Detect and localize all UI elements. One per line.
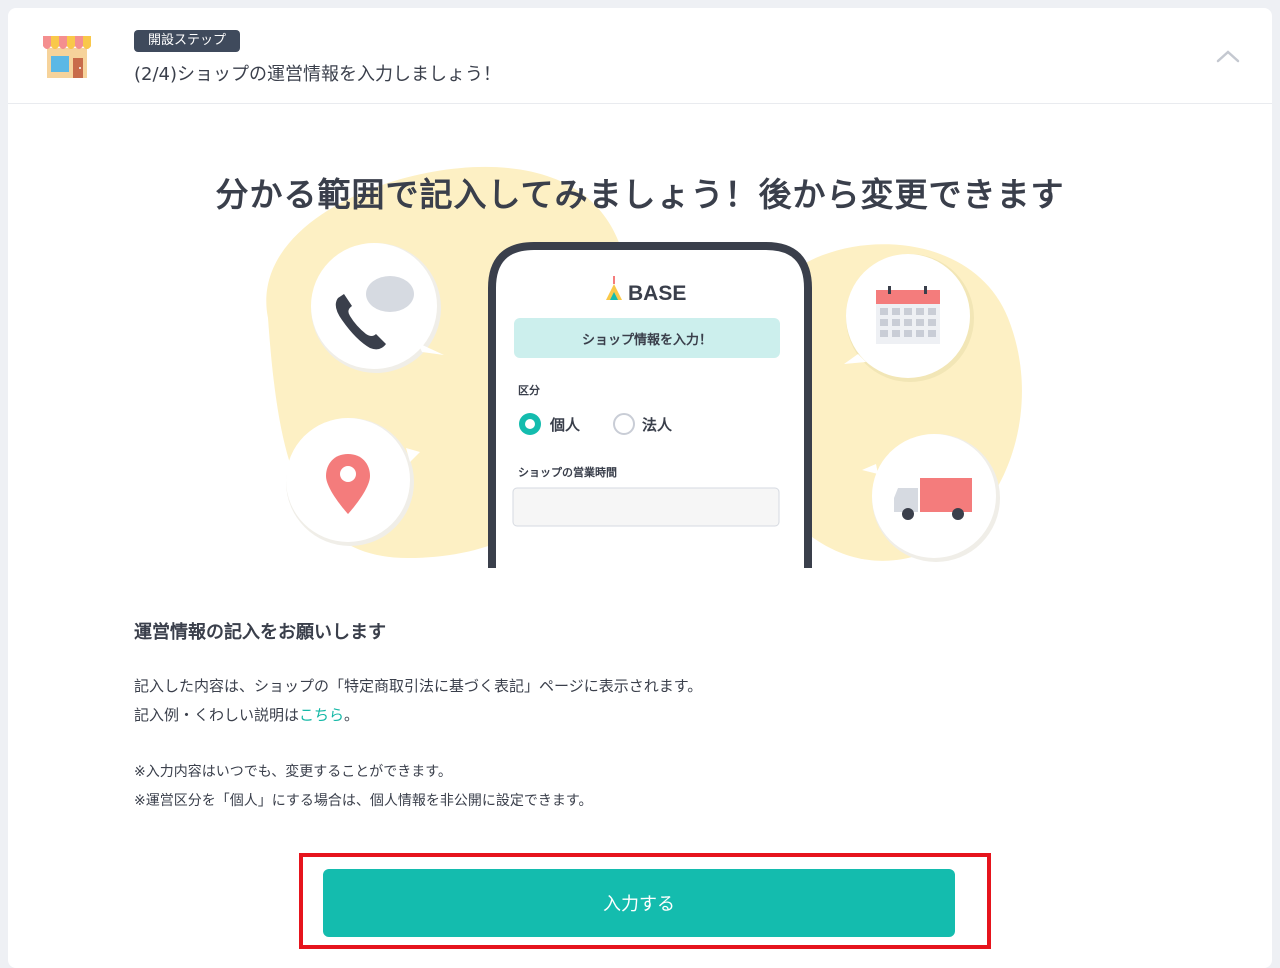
note-1: ※入力内容はいつでも、変更することができます。 xyxy=(134,764,452,780)
chevron-up-icon[interactable] xyxy=(1214,46,1242,66)
description-line-1: 記入した内容は、ショップの「特定商取引法に基づく表記」ページに表示されます。 xyxy=(134,677,703,695)
phone-radio-option-2: 法人 xyxy=(642,416,673,434)
hero-title: 分かる範囲で記入してみましょう！後から変更できます xyxy=(215,175,1065,214)
section-title: 運営情報の記入をお願いします xyxy=(134,622,386,643)
note-2: ※運営区分を「個人」にする場合は、個人情報を非公開に設定できます。 xyxy=(134,793,593,809)
description-line-2-prefix: 記入例・くわしい説明は xyxy=(134,706,300,724)
details-link[interactable]: こちら xyxy=(299,706,344,724)
description-paragraph: 記入した内容は、ショップの「特定商取引法に基づく表記」ページに表示されます。 記… xyxy=(134,672,1034,730)
submit-button[interactable]: 入力する xyxy=(323,869,955,937)
step-header[interactable]: 開設ステップ (2/4)ショップの運営情報を入力しましょう！ xyxy=(8,8,1272,104)
description-line-2-suffix: 。 xyxy=(344,706,360,724)
description-line-2: 記入例・くわしい説明はこちら。 xyxy=(134,701,1034,730)
base-logo-text: BASE xyxy=(628,282,686,305)
instructions: 運営情報の記入をお願いします 記入した内容は、ショップの「特定商取引法に基づく表… xyxy=(134,618,1034,816)
phone-mockup: BASE ショップ情報を入力！ 区分 個人 法人 ショップの営業時間 xyxy=(488,242,812,568)
phone-hours-label: ショップの営業時間 xyxy=(518,465,617,479)
setup-step-card: 開設ステップ (2/4)ショップの運営情報を入力しましょう！ BASE ショップ… xyxy=(8,8,1272,968)
step-badge: 開設ステップ xyxy=(134,30,241,52)
phone-field-label: 区分 xyxy=(518,383,540,397)
shop-icon xyxy=(43,36,91,78)
step-title: (2/4)ショップの運営情報を入力しましょう！ xyxy=(134,64,502,85)
hero-illustration: BASE ショップ情報を入力！ 区分 個人 法人 ショップの営業時間 xyxy=(266,166,1022,568)
notes: ※入力内容はいつでも、変更することができます。 ※運営区分を「個人」にする場合は… xyxy=(134,758,1034,816)
phone-banner-text: ショップ情報を入力！ xyxy=(582,332,712,348)
phone-radio-option-1: 個人 xyxy=(549,416,581,434)
